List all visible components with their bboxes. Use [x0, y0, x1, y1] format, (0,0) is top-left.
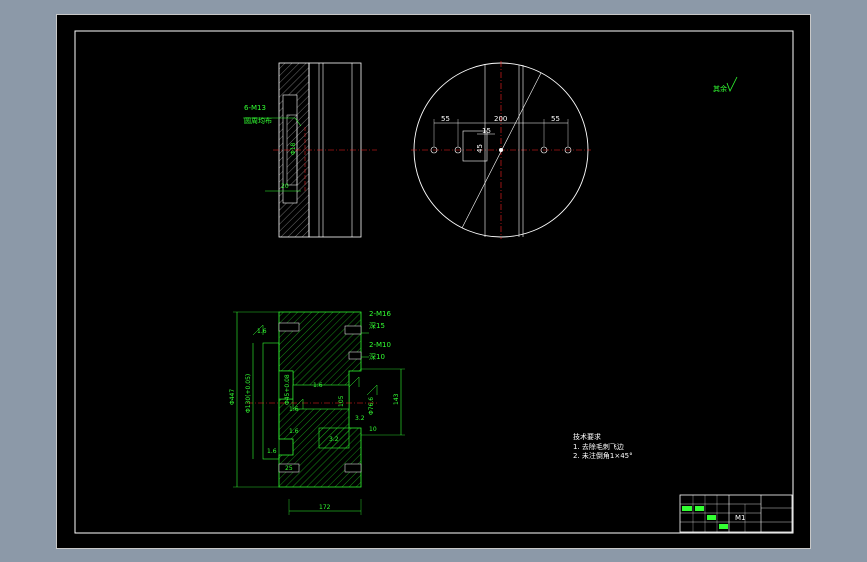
sec-dim-small-ang: 25	[285, 465, 293, 472]
top-view-dim-v1: Φ18	[290, 142, 297, 155]
title-block-label: M1	[735, 514, 746, 522]
sec-dim-bore: Φ130(+0.05)	[245, 374, 252, 413]
sec-dim-right-low: 3.2	[355, 415, 365, 422]
circle-dim-small: 15	[482, 127, 491, 135]
top-view: 6-M13 圆周均布 Φ18 20	[243, 62, 377, 238]
sec-dim-top-left: 1.6	[257, 328, 267, 335]
sec-callout-a-title: 2-M16	[369, 310, 391, 318]
sec-callout-a-sub: 深15	[369, 321, 385, 330]
sec-dim-right-10: 10	[369, 426, 377, 433]
title-block: M1	[679, 494, 793, 533]
sec-rough-2: 1.6	[289, 406, 299, 413]
sec-rough-3: 1.6	[289, 428, 299, 435]
circle-dim-inner: 45	[476, 144, 484, 153]
sec-dim-overall: Φ447	[229, 389, 236, 405]
sec-dim-center-v: 105	[338, 395, 345, 407]
sec-rough-5: 3.2	[329, 436, 339, 443]
sec-callout-b-sub: 深10	[369, 352, 385, 361]
tech-notes-line1: 1. 去除毛刺飞边	[573, 442, 624, 451]
tech-notes: 技术要求 1. 去除毛刺飞边 2. 未注倒角1×45°	[573, 432, 633, 460]
surface-finish-symbol: 其余	[713, 76, 738, 93]
circle-dim-right: 55	[551, 115, 560, 123]
top-view-hole-note: 圆周均布	[244, 116, 272, 125]
section-view: 1.6 2-M16 深15 2-M10 深10 Φ447 Φ130(+0.05)…	[229, 310, 405, 515]
sec-dim-right-h: 143	[393, 393, 400, 405]
top-view-hole-callout: 6-M13	[244, 104, 266, 112]
surface-finish-label: 其余	[713, 84, 727, 93]
circle-dim-center: 200	[494, 115, 507, 123]
tech-notes-line2: 2. 未注倒角1×45°	[573, 451, 633, 460]
top-view-dim-bottom: 20	[281, 183, 289, 190]
cad-drawing: 6-M13 圆周均布 Φ18 20 55 200 55 15 45 其余 1.6…	[74, 30, 794, 534]
sec-rough-4: 1.6	[267, 448, 277, 455]
circle-dim-left: 55	[441, 115, 450, 123]
sec-dim-right-small: Φ76.6	[368, 397, 375, 415]
sec-callout-b-title: 2-M10	[369, 341, 391, 349]
drawing-frame	[74, 30, 794, 534]
sec-dim-inner-bore: Φ45+0.08	[284, 374, 291, 405]
sec-rough-1: 1.6	[313, 382, 323, 389]
circle-view: 55 200 55 15 45	[411, 61, 591, 239]
sec-dim-width: 172	[319, 504, 331, 511]
drawing-canvas: 6-M13 圆周均布 Φ18 20 55 200 55 15 45 其余 1.6…	[56, 14, 811, 549]
tech-notes-title: 技术要求	[573, 432, 601, 441]
